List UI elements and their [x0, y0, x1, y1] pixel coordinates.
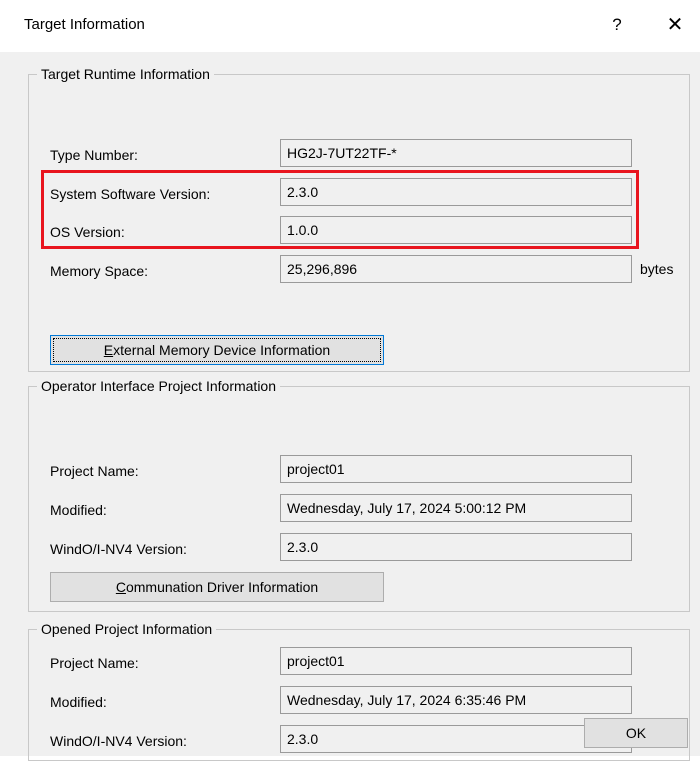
version-highlight-box — [41, 170, 639, 249]
oi-project-name-label: Project Name: — [50, 463, 139, 479]
oi-modified-field[interactable]: Wednesday, July 17, 2024 5:00:12 PM — [280, 494, 632, 522]
op-project-name-field[interactable]: project01 — [280, 647, 632, 675]
opened-project-legend: Opened Project Information — [37, 620, 217, 638]
type-number-field[interactable]: HG2J-7UT22TF-* — [280, 139, 632, 167]
external-memory-device-information-button[interactable]: External Memory Device Information — [50, 335, 384, 365]
dialog-body: Target Runtime Information Type Number: … — [0, 52, 700, 761]
title-bar: Target Information ? ✕ — [0, 0, 700, 52]
help-button[interactable]: ? — [604, 12, 630, 38]
op-version-label: WindO/I-NV4 Version: — [50, 733, 187, 749]
driver-button-label: Communation Driver Information — [115, 579, 319, 595]
communication-driver-information-button[interactable]: Communation Driver Information — [50, 572, 384, 602]
op-version-field[interactable]: 2.3.0 — [280, 725, 632, 753]
close-icon[interactable]: ✕ — [660, 12, 690, 38]
memory-space-label: Memory Space: — [50, 263, 149, 279]
op-project-name-label: Project Name: — [50, 655, 139, 671]
type-number-label: Type Number: — [50, 147, 138, 163]
oi-version-label: WindO/I-NV4 Version: — [50, 541, 187, 557]
op-modified-field[interactable]: Wednesday, July 17, 2024 6:35:46 PM — [280, 686, 632, 714]
op-modified-label: Modified: — [50, 694, 107, 710]
oi-modified-label: Modified: — [50, 502, 107, 518]
target-runtime-legend: Target Runtime Information — [37, 65, 214, 83]
dialog-title: Target Information — [24, 16, 145, 33]
memory-unit-label: bytes — [640, 261, 674, 277]
memory-space-field[interactable]: 25,296,896 — [280, 255, 632, 283]
focus-rectangle — [53, 338, 381, 362]
oi-version-field[interactable]: 2.3.0 — [280, 533, 632, 561]
operator-interface-legend: Operator Interface Project Information — [37, 377, 280, 395]
oi-project-name-field[interactable]: project01 — [280, 455, 632, 483]
ok-button[interactable]: OK — [584, 718, 688, 748]
